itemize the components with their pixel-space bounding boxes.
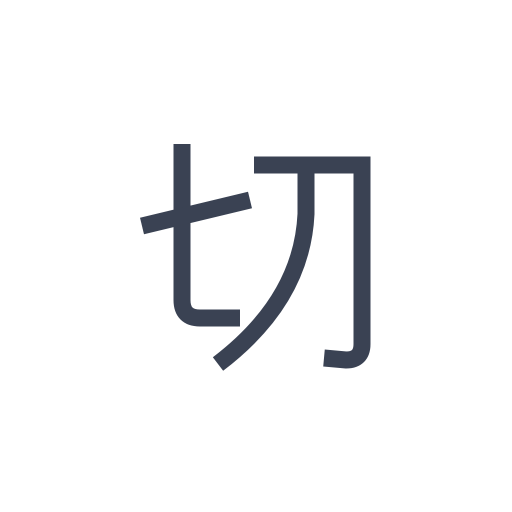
cut-character-icon [140,144,371,371]
glyph-stroke-left-rise [140,191,252,235]
glyph-stroke-left-vertical [173,144,240,327]
glyph-stroke-right-sweep [212,165,315,371]
glyph-canvas [0,0,512,512]
